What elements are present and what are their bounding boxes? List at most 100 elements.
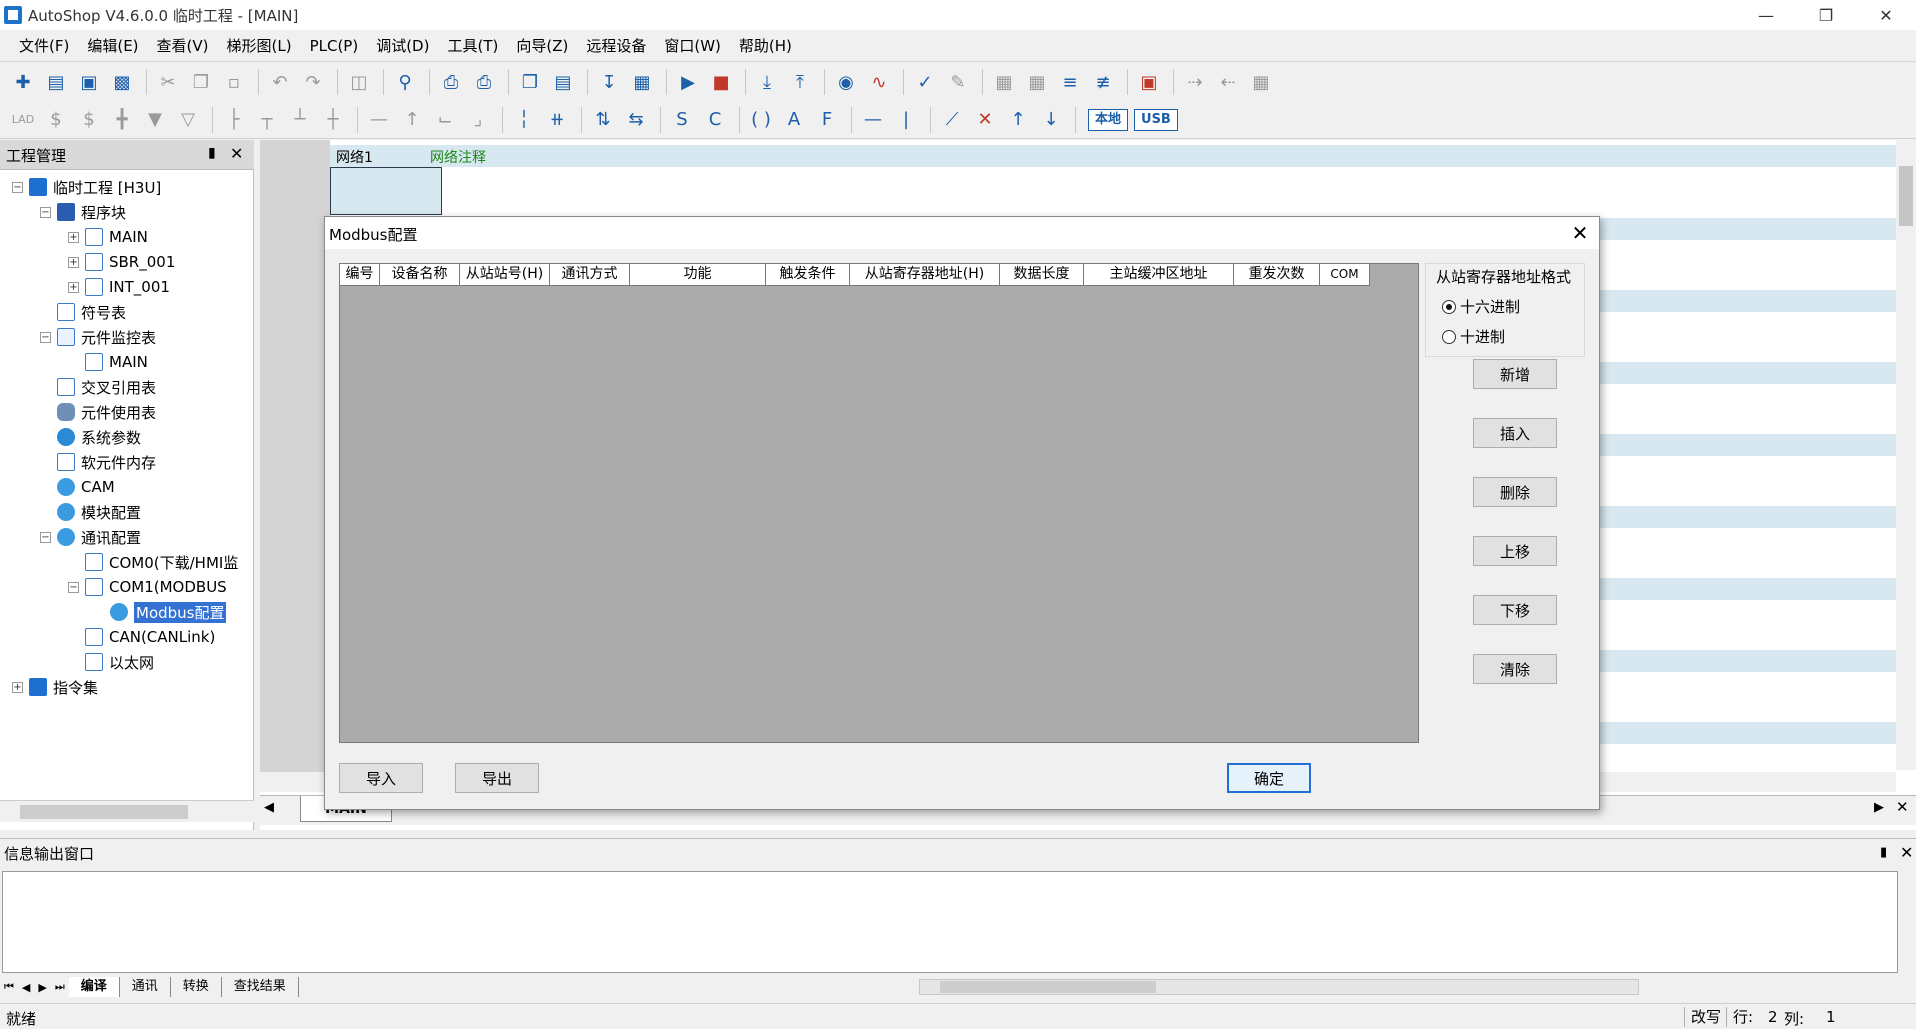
tree-item-soft-memory[interactable]: 软元件内存: [57, 450, 156, 474]
menu-plc[interactable]: PLC(P): [301, 31, 368, 61]
column-header-com[interactable]: COM: [1320, 264, 1370, 286]
expand-icon[interactable]: +: [68, 281, 79, 293]
radio-hex[interactable]: 十六进制: [1442, 296, 1520, 317]
scrollbar-thumb[interactable]: [939, 981, 1156, 993]
radio-button[interactable]: [1442, 329, 1456, 344]
horizontal-scrollbar[interactable]: [918, 979, 1639, 995]
collapse-icon[interactable]: −: [40, 331, 51, 343]
close-icon[interactable]: ✕: [230, 144, 243, 163]
expand-icon[interactable]: +: [12, 681, 23, 693]
import-button[interactable]: 导入: [339, 763, 423, 793]
pin-icon[interactable]: ▮: [208, 145, 216, 161]
print-icon[interactable]: ⎙: [469, 67, 499, 97]
minimize-button[interactable]: —: [1736, 0, 1796, 30]
delete-row-icon[interactable]: ≢: [1088, 67, 1118, 97]
dollar-box-icon[interactable]: $: [74, 105, 104, 135]
compile-all-icon[interactable]: ▦: [627, 67, 657, 97]
column-header-data-length[interactable]: 数据长度: [1000, 264, 1084, 286]
tree-item-modbus-config[interactable]: Modbus配置: [110, 600, 227, 624]
radio-button-selected[interactable]: [1442, 299, 1456, 314]
column-header-number[interactable]: 编号: [340, 264, 380, 286]
insert-button[interactable]: 插入: [1473, 418, 1557, 448]
column-header-trigger[interactable]: 触发条件: [766, 264, 850, 286]
scrollbar-thumb[interactable]: [1899, 166, 1913, 226]
vline-icon[interactable]: ↑: [397, 105, 427, 135]
radio-decimal[interactable]: 十进制: [1442, 326, 1505, 347]
paste-icon[interactable]: ▫: [219, 67, 249, 97]
delete-line-icon[interactable]: ✕: [970, 105, 1000, 135]
arrow-down-filled-icon[interactable]: ▼: [140, 105, 170, 135]
dollar-icon[interactable]: $: [41, 105, 71, 135]
select-all-icon[interactable]: ▦: [1022, 67, 1052, 97]
network-icon[interactable]: ▣: [1134, 67, 1164, 97]
panel-icon[interactable]: ▦: [1246, 67, 1276, 97]
save-icon[interactable]: ▣: [74, 67, 104, 97]
branch-icon[interactable]: ├: [219, 105, 249, 135]
window-icon[interactable]: ❐: [515, 67, 545, 97]
function-f-icon[interactable]: F: [812, 105, 842, 135]
next-tab-icon[interactable]: ▶: [34, 981, 50, 994]
expand-icon[interactable]: +: [68, 256, 79, 268]
s-contact-icon[interactable]: S: [667, 105, 697, 135]
move-down-button[interactable]: 下移: [1473, 595, 1557, 625]
horizontal-line-icon[interactable]: —: [858, 105, 888, 135]
no-contact-icon[interactable]: ╎: [509, 105, 539, 135]
tree-item-int[interactable]: + INT_001: [68, 275, 170, 299]
download-icon[interactable]: ⤓: [752, 67, 782, 97]
move-up-button[interactable]: 上移: [1473, 536, 1557, 566]
collapse-icon[interactable]: −: [68, 581, 79, 593]
corner2-icon[interactable]: ⌟: [463, 105, 493, 135]
tab-scroll-right-icon[interactable]: ▶: [1874, 800, 1884, 815]
tree-item-main[interactable]: + MAIN: [68, 225, 148, 249]
tree-item-cross-ref[interactable]: 交叉引用表: [57, 375, 156, 399]
tab-comm[interactable]: 通讯: [120, 977, 171, 997]
search-icon[interactable]: ⚲: [390, 67, 420, 97]
tree-item-ethernet[interactable]: 以太网: [85, 650, 154, 674]
local-button[interactable]: 本地: [1088, 108, 1129, 131]
tree-item-project[interactable]: − 临时工程 [H3U]: [12, 175, 161, 199]
arrow-up-icon[interactable]: ↑: [1003, 105, 1033, 135]
close-tab-icon[interactable]: ✕: [1896, 798, 1909, 816]
undo-icon[interactable]: ↶: [265, 67, 295, 97]
contact-cross-icon[interactable]: ╋: [107, 105, 137, 135]
tab-find-results[interactable]: 查找结果: [222, 977, 299, 997]
first-tab-icon[interactable]: ⏮: [0, 980, 18, 994]
menu-view[interactable]: 查看(V): [148, 31, 218, 61]
function-a-icon[interactable]: A: [779, 105, 809, 135]
collapse-icon[interactable]: −: [12, 181, 23, 193]
tree-item-system-params[interactable]: 系统参数: [57, 425, 141, 449]
menu-tools[interactable]: 工具(T): [438, 31, 507, 61]
prev-tab-icon[interactable]: ◀: [18, 981, 34, 994]
run-icon[interactable]: ▶: [673, 67, 703, 97]
branch4-icon[interactable]: ┼: [318, 105, 348, 135]
tree-item-module-config[interactable]: 模块配置: [57, 500, 141, 524]
vertical-line-icon[interactable]: |: [891, 105, 921, 135]
edit-icon[interactable]: ✎: [943, 67, 973, 97]
redo-icon[interactable]: ↷: [298, 67, 328, 97]
upload-icon[interactable]: ⤒: [785, 67, 815, 97]
tree-item-instruction-set[interactable]: + 指令集: [12, 675, 98, 699]
menu-debug[interactable]: 调试(D): [367, 31, 438, 61]
tree-item-com1[interactable]: − COM1(MODBUS: [68, 575, 227, 599]
tab-compile[interactable]: 编译: [68, 977, 120, 997]
export-button[interactable]: 导出: [455, 763, 539, 793]
arrow-down-icon[interactable]: ↓: [1036, 105, 1066, 135]
tab-scroll-left-icon[interactable]: ◀: [264, 800, 274, 815]
delete-button[interactable]: 删除: [1473, 477, 1557, 507]
trace-icon[interactable]: ∿: [864, 67, 894, 97]
dialog-close-icon[interactable]: ✕: [1565, 221, 1595, 245]
tab-convert[interactable]: 转换: [171, 977, 222, 997]
horizontal-scrollbar[interactable]: [0, 800, 254, 822]
tree-item-can[interactable]: CAN(CANLink): [85, 625, 215, 649]
delete-icon[interactable]: ◫: [344, 67, 374, 97]
last-tab-icon[interactable]: ⏭: [51, 980, 69, 994]
select-icon[interactable]: ▦: [989, 67, 1019, 97]
arrow-down-outline-icon[interactable]: ▽: [173, 105, 203, 135]
tree-item-monitor-main[interactable]: MAIN: [85, 350, 148, 374]
column-header-master-buffer[interactable]: 主站缓冲区地址: [1084, 264, 1234, 286]
usb-button[interactable]: USB: [1134, 108, 1178, 131]
diagonal-icon[interactable]: ⟋: [937, 105, 967, 135]
ladder-cursor-cell[interactable]: [330, 167, 442, 215]
copy-icon[interactable]: ❐: [186, 67, 216, 97]
column-header-slave-id[interactable]: 从站站号(H): [460, 264, 550, 286]
